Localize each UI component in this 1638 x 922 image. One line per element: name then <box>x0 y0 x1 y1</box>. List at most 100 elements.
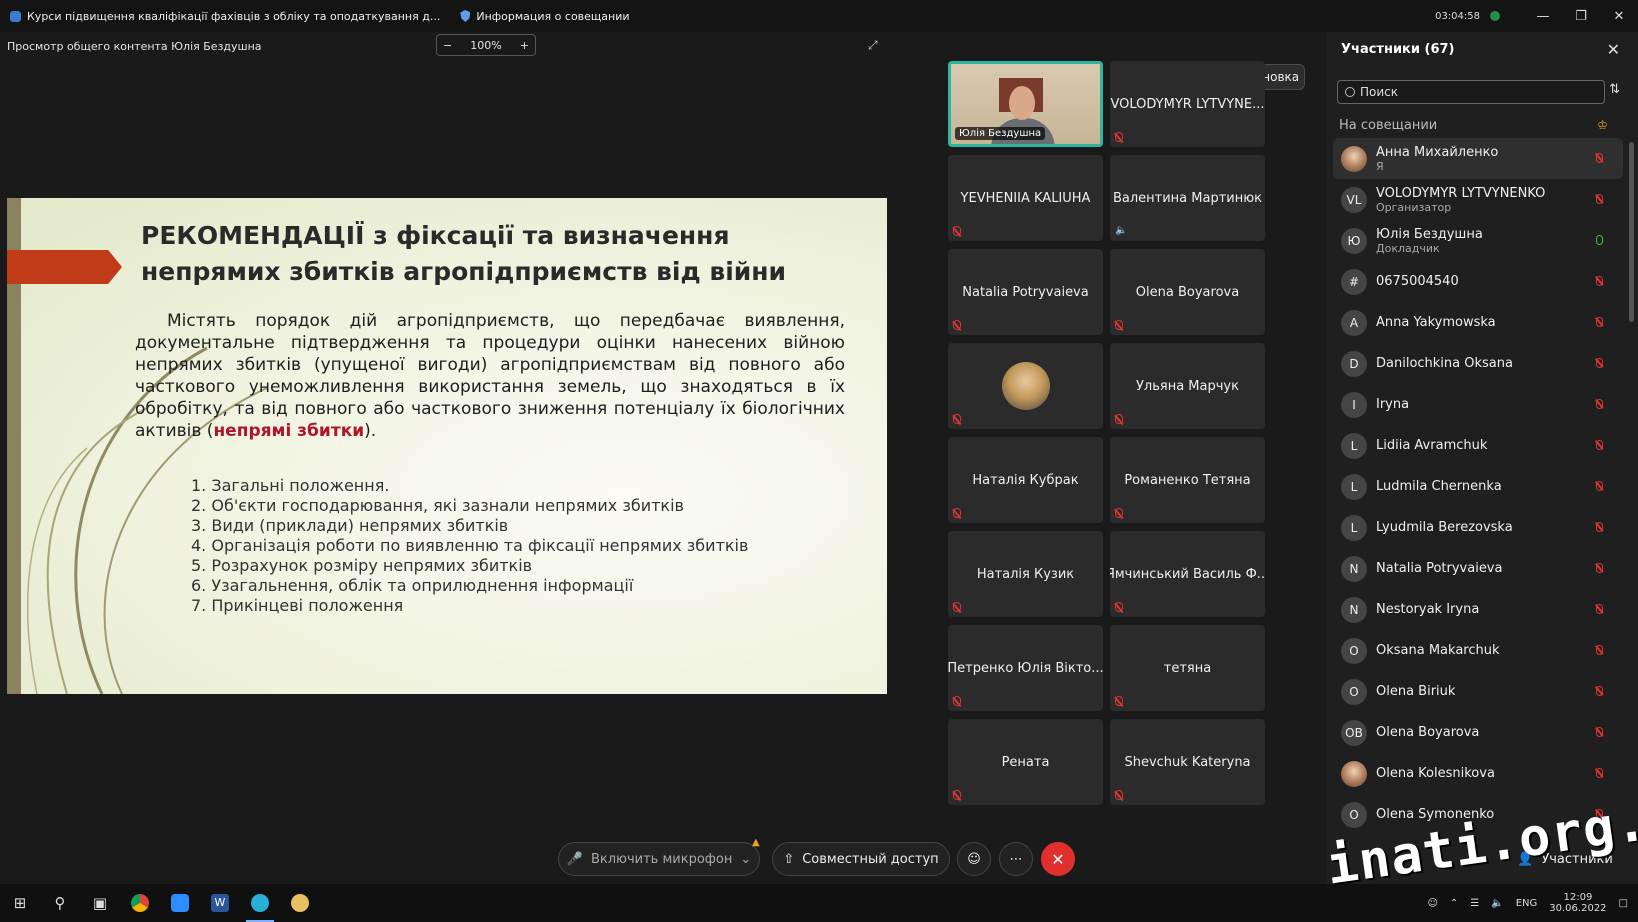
word-icon[interactable]: W <box>200 884 240 922</box>
participant-search-input[interactable]: Поиск <box>1337 80 1605 104</box>
participant-row[interactable]: I Iryna <box>1333 384 1623 425</box>
participant-row[interactable]: L Lyudmila Berezovska <box>1333 507 1623 548</box>
muted-mic-icon[interactable] <box>1596 727 1603 737</box>
muted-mic-icon[interactable] <box>1596 358 1603 368</box>
host-icon: ♔ <box>1597 118 1608 132</box>
muted-mic-icon[interactable] <box>1596 604 1603 614</box>
muted-mic-icon <box>953 508 961 518</box>
participant-row[interactable]: L Ludmila Chernenka <box>1333 466 1623 507</box>
video-tile[interactable]: Ямчинський Василь Ф... <box>1110 531 1265 617</box>
muted-mic-icon[interactable] <box>1596 276 1603 286</box>
video-tile[interactable]: тетяна <box>1110 625 1265 711</box>
muted-mic-icon <box>953 696 961 706</box>
window-titlebar: Курси підвищення кваліфікації фахівців з… <box>0 0 1638 32</box>
muted-mic-icon[interactable] <box>1596 563 1603 573</box>
windows-start-icon[interactable]: ⊞ <box>0 884 40 922</box>
video-tile[interactable]: Natalia Potryvaieva <box>948 249 1103 335</box>
participant-row[interactable]: Анна Михайленко Я <box>1333 138 1623 179</box>
zoom-out-button[interactable]: − <box>443 39 452 52</box>
network-icon[interactable]: ☰ <box>1470 898 1479 909</box>
muted-mic-icon[interactable] <box>1596 522 1603 532</box>
participant-row[interactable]: O Oksana Makarchuk <box>1333 630 1623 671</box>
participant-row[interactable]: N Nestoryak Iryna <box>1333 589 1623 630</box>
video-tile[interactable]: Наталія Кубрак <box>948 437 1103 523</box>
tile-name: Наталія Кубрак <box>972 472 1079 488</box>
clock[interactable]: 12:09 30.06.2022 <box>1549 892 1606 914</box>
share-button[interactable]: ⇧ Совместный доступ <box>772 842 950 876</box>
language-indicator[interactable]: ENG <box>1516 898 1538 909</box>
video-tile[interactable]: Ульяна Марчук <box>1110 343 1265 429</box>
close-panel-icon[interactable]: ✕ <box>1607 40 1620 59</box>
chevron-up-icon[interactable]: ⌃ <box>1450 898 1458 909</box>
zoom-app-icon[interactable] <box>160 884 200 922</box>
video-tile[interactable]: Рената <box>948 719 1103 805</box>
video-tile[interactable]: Наталія Кузик <box>948 531 1103 617</box>
volume-icon[interactable]: 🔈 <box>1491 898 1503 909</box>
muted-mic-icon[interactable] <box>1596 481 1603 491</box>
video-tile[interactable]: VOLODYMYR LYTVYNE... <box>1110 61 1265 147</box>
participant-row[interactable]: #0675004540 <box>1333 261 1623 302</box>
active-mic-icon[interactable] <box>1596 235 1603 245</box>
participant-name: 0675004540 <box>1376 274 1459 289</box>
tab-meeting-info[interactable]: Информация о совещании <box>450 0 639 32</box>
muted-mic-icon[interactable] <box>1596 399 1603 409</box>
tile-name: Natalia Potryvaieva <box>962 284 1089 300</box>
zoom-level: 100% <box>470 38 502 52</box>
participant-row[interactable]: L Lidiia Avramchuk <box>1333 425 1623 466</box>
participant-avatar: N <box>1341 555 1367 582</box>
muted-mic-icon[interactable] <box>1596 645 1603 655</box>
participant-row[interactable]: OB Olena Boyarova <box>1333 712 1623 753</box>
muted-mic-icon <box>1115 320 1123 330</box>
participant-name: Анна Михайленко <box>1376 144 1499 160</box>
muted-mic-icon[interactable] <box>1596 194 1603 204</box>
video-tile[interactable]: Романенко Тетяна <box>1110 437 1265 523</box>
panel-scrollbar[interactable] <box>1629 142 1634 322</box>
notifications-icon[interactable]: □ <box>1619 898 1628 909</box>
people-icon[interactable]: ☺ <box>1427 898 1437 909</box>
participant-name: Nestoryak Iryna <box>1376 602 1480 617</box>
video-tile[interactable]: Валентина Мартинюк 🔈 <box>1110 155 1265 241</box>
participant-row[interactable]: D Danilochkina Oksana <box>1333 343 1623 384</box>
paint-icon[interactable] <box>280 884 320 922</box>
participant-name: Lyudmila Berezovska <box>1376 520 1513 535</box>
tab-course[interactable]: Курси підвищення кваліфікації фахівців з… <box>0 0 450 32</box>
video-tile-avatar[interactable] <box>948 343 1103 429</box>
muted-mic-icon[interactable] <box>1596 440 1603 450</box>
close-window-icon[interactable]: ✕ <box>1600 0 1638 32</box>
muted-mic-icon[interactable] <box>1596 153 1603 163</box>
muted-mic-icon[interactable] <box>1596 686 1603 696</box>
tile-name: YEVHENIIA KALIUHA <box>960 190 1091 206</box>
slide-list-item: 6. Узагальнення, облік та оприлюднення і… <box>191 576 634 595</box>
webex-app-icon[interactable] <box>240 884 280 922</box>
participant-row[interactable]: O Olena Biriuk <box>1333 671 1623 712</box>
chevron-down-icon[interactable]: ⌄ <box>740 852 751 867</box>
search-icon[interactable]: ⚲ <box>40 884 80 922</box>
slide-list-item: 1. Загальні положення. <box>191 476 390 495</box>
tile-name: Olena Boyarova <box>1135 284 1240 300</box>
unmute-button[interactable]: 🎤 Включить микрофон ⌄ <box>558 842 760 876</box>
video-tile[interactable]: Olena Boyarova <box>1110 249 1265 335</box>
leave-meeting-button[interactable]: ✕ <box>1041 842 1075 876</box>
restore-icon[interactable]: ❐ <box>1562 0 1600 32</box>
chrome-icon[interactable] <box>120 884 160 922</box>
minimize-icon[interactable]: — <box>1524 0 1562 32</box>
video-tile[interactable]: Shevchuk Kateryna <box>1110 719 1265 805</box>
task-view-icon[interactable]: ▣ <box>80 884 120 922</box>
reactions-button[interactable]: ☺ <box>957 842 991 876</box>
more-options-button[interactable]: ⋯ <box>999 842 1033 876</box>
fullscreen-icon[interactable]: ⤢ <box>868 38 878 53</box>
participant-row[interactable]: Ю Юлія Бездушна Докладчик <box>1333 220 1623 261</box>
participant-row[interactable]: VL VOLODYMYR LYTVYNENKO Организатор <box>1333 179 1623 220</box>
sort-icon[interactable]: ⇅ <box>1609 82 1620 97</box>
muted-mic-icon[interactable] <box>1596 768 1603 778</box>
participant-row[interactable]: N Natalia Potryvaieva <box>1333 548 1623 589</box>
participant-row[interactable]: Olena Kolesnikova <box>1333 753 1623 794</box>
participant-role: Организатор <box>1376 200 1452 214</box>
video-tile-speaker[interactable]: Юлія Бездушна <box>948 61 1103 147</box>
zoom-in-button[interactable]: + <box>520 39 529 52</box>
participant-row[interactable]: A Anna Yakymowska <box>1333 302 1623 343</box>
video-tile[interactable]: Петренко Юлія Вікто... <box>948 625 1103 711</box>
muted-mic-icon[interactable] <box>1596 317 1603 327</box>
participant-avatar: OB <box>1341 719 1367 746</box>
video-tile[interactable]: YEVHENIIA KALIUHA <box>948 155 1103 241</box>
